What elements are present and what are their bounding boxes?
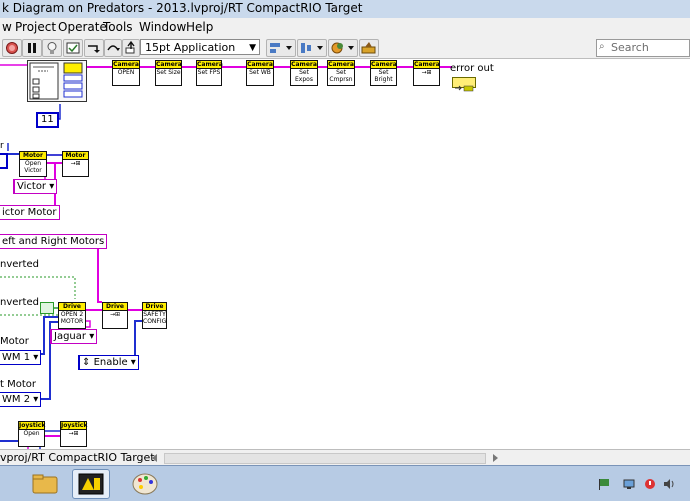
wires bbox=[0, 64, 452, 449]
camera-set-wb-vi[interactable]: Camera Set WB bbox=[246, 60, 274, 86]
tray-volume-icon[interactable] bbox=[662, 478, 676, 490]
paint-button[interactable] bbox=[127, 469, 163, 497]
font-selector[interactable]: 15pt Application Font ▼ bbox=[140, 39, 260, 70]
joystick-open-vi[interactable]: Joystick Open bbox=[18, 421, 45, 447]
distribute-objects-button[interactable] bbox=[297, 39, 327, 57]
motor-label-1: Motor bbox=[0, 336, 29, 347]
labview-icon bbox=[78, 473, 104, 495]
step-out-button[interactable] bbox=[122, 39, 140, 57]
menu-view[interactable]: w bbox=[2, 20, 12, 34]
camera-set-compression-vi[interactable]: Camera Set Cmprsn bbox=[327, 60, 355, 86]
motor-refnum-register-vi[interactable]: Motor →⊞ bbox=[62, 151, 89, 177]
tray-flag-icon[interactable] bbox=[598, 478, 612, 490]
left-right-motors-label[interactable]: eft and Right Motors bbox=[0, 234, 108, 249]
inverted-label-1: nverted bbox=[0, 259, 39, 270]
toolbar: 15pt Application Font ▼ ⌕ Search bbox=[0, 37, 690, 70]
channel-control[interactable] bbox=[0, 153, 8, 169]
step-into-button[interactable] bbox=[84, 39, 104, 57]
tray-network-icon[interactable] bbox=[622, 478, 636, 490]
folder-icon bbox=[32, 474, 58, 494]
pause-icon bbox=[28, 43, 36, 53]
joystick-refnum-register-vi[interactable]: Joystick →⊞ bbox=[60, 421, 87, 447]
taskbar bbox=[0, 465, 690, 501]
constant-11[interactable]: 11 bbox=[36, 112, 59, 128]
inverted-boolean-control[interactable] bbox=[40, 302, 54, 314]
retain-wire-values-button[interactable] bbox=[63, 39, 83, 57]
camera-set-fps-vi[interactable]: Camera Set FPS bbox=[196, 60, 223, 86]
abort-button[interactable] bbox=[2, 39, 22, 57]
cleanup-diagram-button[interactable] bbox=[359, 39, 379, 57]
camera-open-vi[interactable]: Camera OPEN bbox=[112, 60, 140, 86]
menu-tools[interactable]: Tools bbox=[103, 20, 133, 34]
status-bar: vproj/RT CompactRIO Target bbox=[0, 449, 690, 465]
drive-refnum-register-vi[interactable]: Drive →⊞ bbox=[102, 302, 128, 329]
step-over-button[interactable] bbox=[104, 39, 122, 57]
cleanup-icon bbox=[361, 42, 376, 54]
step-out-icon bbox=[125, 40, 135, 54]
lightbulb-icon bbox=[47, 42, 57, 54]
reorder-button[interactable] bbox=[328, 39, 358, 57]
drive-open-2-motor-vi[interactable]: Drive OPEN 2 MOTOR bbox=[58, 302, 86, 329]
window-title-bar: k Diagram on Predators - 2013.lvproj/RT … bbox=[0, 0, 690, 19]
label-r: r bbox=[0, 141, 4, 151]
scroll-left-icon[interactable] bbox=[150, 454, 160, 462]
drive-safety-config-vi[interactable]: Drive SAFETY CONFIG bbox=[142, 302, 167, 329]
error-cluster-icon bbox=[455, 85, 474, 92]
align-icon bbox=[270, 43, 292, 53]
jaguar-ring[interactable]: Jaguar ▾ bbox=[50, 329, 98, 344]
horizontal-scrollbar[interactable] bbox=[164, 453, 486, 464]
align-objects-button[interactable] bbox=[266, 39, 296, 57]
paint-palette-icon bbox=[132, 473, 158, 495]
inverted-label-2: nverted bbox=[0, 297, 39, 308]
error-out-indicator[interactable] bbox=[452, 77, 476, 92]
search-placeholder: Search bbox=[611, 41, 649, 54]
menu-window[interactable]: Window bbox=[139, 20, 186, 34]
pwm1-ring[interactable]: WM 1 ▾ bbox=[0, 350, 42, 365]
victor-ring[interactable]: Victor ▾ bbox=[13, 179, 58, 194]
camera-set-exposure-vi[interactable]: Camera Set Expos bbox=[290, 60, 318, 86]
pause-button[interactable] bbox=[22, 39, 42, 57]
pwm2-ring[interactable]: WM 2 ▾ bbox=[0, 392, 42, 407]
status-target-text: vproj/RT CompactRIO Target bbox=[0, 451, 155, 464]
scroll-right-icon[interactable] bbox=[490, 454, 500, 462]
menu-bar: w Project Operate Tools Window Help bbox=[0, 18, 690, 38]
enable-ring[interactable]: ⇕ Enable ▾ bbox=[78, 355, 139, 370]
camera-set-size-vi[interactable]: Camera Set Size bbox=[155, 60, 182, 86]
motor-open-victor-vi[interactable]: Motor Open Victor bbox=[19, 151, 47, 177]
bundle-icon bbox=[29, 62, 83, 100]
step-into-icon bbox=[88, 45, 100, 53]
menu-operate[interactable]: Operate bbox=[58, 20, 107, 34]
file-explorer-button[interactable] bbox=[27, 469, 63, 497]
tray-alert-icon[interactable] bbox=[643, 478, 657, 490]
camera-refnum-register-vi[interactable]: Camera →⊞ bbox=[413, 60, 440, 86]
motor-label-2: t Motor bbox=[0, 379, 36, 390]
camera-settings-bundle[interactable] bbox=[27, 60, 87, 102]
labview-taskbar-button[interactable] bbox=[72, 469, 110, 499]
step-over-icon bbox=[107, 45, 120, 51]
search-icon: ⌕ bbox=[599, 41, 605, 52]
chevron-down-icon: ▼ bbox=[249, 43, 256, 53]
camera-set-brightness-vi[interactable]: Camera Set Bright bbox=[370, 60, 397, 86]
highlight-execution-button[interactable] bbox=[42, 39, 62, 57]
search-input[interactable]: ⌕ Search bbox=[596, 39, 690, 57]
menu-project[interactable]: Project bbox=[15, 20, 56, 34]
abort-icon bbox=[6, 42, 18, 54]
window-title: k Diagram on Predators - 2013.lvproj/RT … bbox=[2, 1, 363, 15]
distribute-icon bbox=[301, 43, 323, 53]
retain-values-icon bbox=[66, 42, 80, 54]
reorder-icon bbox=[331, 42, 354, 54]
error-out-label: error out bbox=[450, 63, 494, 74]
menu-help[interactable]: Help bbox=[186, 20, 213, 34]
block-diagram[interactable]: 11 Camera OPEN Camera Set Size Camera Set F… bbox=[0, 59, 690, 449]
victor-motor-label[interactable]: ictor Motor bbox=[0, 205, 60, 220]
